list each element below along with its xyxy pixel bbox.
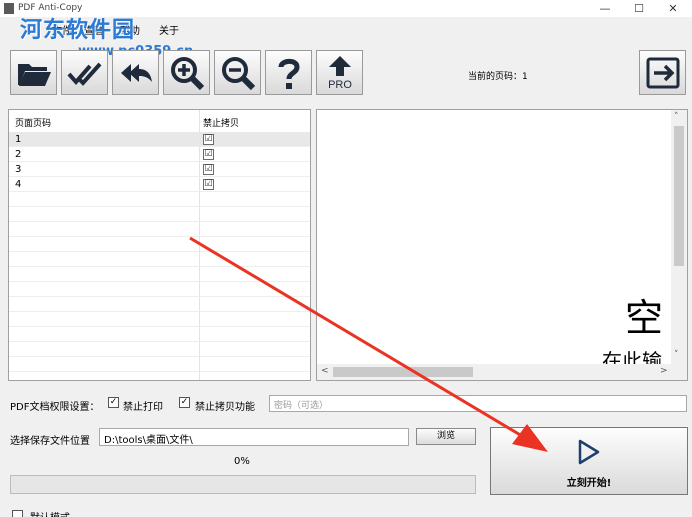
maximize-button[interactable]: ☐ [622,0,656,17]
default-mode-checkbox[interactable] [12,510,23,517]
page-number: 2 [15,149,22,160]
default-mode-label: 默认模式 [30,509,70,517]
page-number: 1 [15,134,22,145]
no-copy-feature-checkbox[interactable]: ✓ [179,397,190,408]
zoom-in-button[interactable] [163,50,210,95]
exit-button[interactable] [639,50,686,95]
table-row[interactable]: 3 ☑ [9,162,310,177]
table-row[interactable]: 4 ☑ [9,177,310,192]
empty-row [9,327,310,342]
preview-text-large: 空 [625,296,664,340]
zoom-in-icon [170,56,204,90]
exit-icon [646,57,679,88]
page-number: 3 [15,164,22,175]
help-button[interactable] [265,50,312,95]
uncheck-all-button[interactable] [112,50,159,95]
start-label: 立刻开始! [566,478,612,489]
folder-open-icon [17,63,51,86]
scroll-right-icon[interactable]: > [660,366,668,376]
upgrade-pro-button[interactable]: PRO [316,50,363,95]
app-icon [4,3,14,14]
empty-row [9,297,310,312]
check-all-button[interactable] [61,50,108,95]
empty-row [9,282,310,297]
no-print-label: 禁止打印 [123,402,163,413]
no-copy-checkbox[interactable]: ☑ [203,164,214,175]
zoom-out-button[interactable] [214,50,261,95]
page-table: 页面页码 禁止拷贝 1 ☑ 2 ☑ 3 ☑ 4 ☑ [8,109,311,381]
open-folder-button[interactable] [10,50,57,95]
save-path-field[interactable]: D:\tools\桌面\文件\ [99,428,409,446]
empty-row [9,207,310,222]
header-page-number: 页面页码 [15,119,52,129]
minimize-button[interactable]: — [588,0,622,17]
empty-row [9,252,310,267]
progress-percent: 0% [234,456,250,467]
horizontal-scrollbar[interactable]: < > [317,364,687,380]
browse-button[interactable]: 浏览 [416,428,476,445]
menu-about[interactable]: 关于 [159,22,179,37]
empty-row [9,222,310,237]
close-button[interactable]: ✕ [656,0,690,17]
question-mark-icon [278,58,300,89]
vertical-scrollbar[interactable]: ˄ ˅ [671,110,687,364]
empty-row [9,357,310,372]
play-icon [578,439,600,465]
reply-all-icon [120,63,152,82]
no-copy-checkbox[interactable]: ☑ [203,179,214,190]
upload-pro-icon: PRO [328,55,352,91]
scroll-left-icon[interactable]: < [321,366,329,376]
empty-row [9,237,310,252]
current-page-label: 当前的页码：1 [468,72,528,82]
progress-bar [10,475,476,494]
table-row[interactable]: 2 ☑ [9,147,310,162]
empty-row [9,192,310,207]
horizontal-scroll-thumb[interactable] [333,367,473,377]
page-number: 4 [15,179,22,190]
no-copy-checkbox[interactable]: ☑ [203,149,214,160]
empty-row [9,267,310,282]
watermark-logo: 河东软件园 [20,17,136,43]
double-check-icon [66,62,101,86]
svg-text:PRO: PRO [328,79,352,91]
header-no-copy: 禁止拷贝 [203,119,240,129]
zoom-out-icon [221,56,255,90]
no-copy-feature-label: 禁止拷贝功能 [195,402,255,413]
no-copy-checkbox[interactable]: ☑ [203,134,214,145]
start-button[interactable]: 立刻开始! [490,427,688,495]
empty-row [9,312,310,327]
no-print-checkbox[interactable]: ✓ [108,397,119,408]
empty-row [9,342,310,357]
password-field[interactable]: 密码（可选） [269,395,687,412]
table-row[interactable]: 1 ☑ [9,132,310,147]
save-location-label: 选择保存文件位置 [10,436,90,447]
pdf-preview[interactable]: 空 在此输 ˄ ˅ < > [316,109,688,381]
vertical-scroll-thumb[interactable] [674,126,684,266]
scroll-up-icon[interactable]: ˄ [674,112,679,122]
scroll-down-icon[interactable]: ˅ [674,350,679,360]
permissions-label: PDF文档权限设置： [10,402,100,413]
